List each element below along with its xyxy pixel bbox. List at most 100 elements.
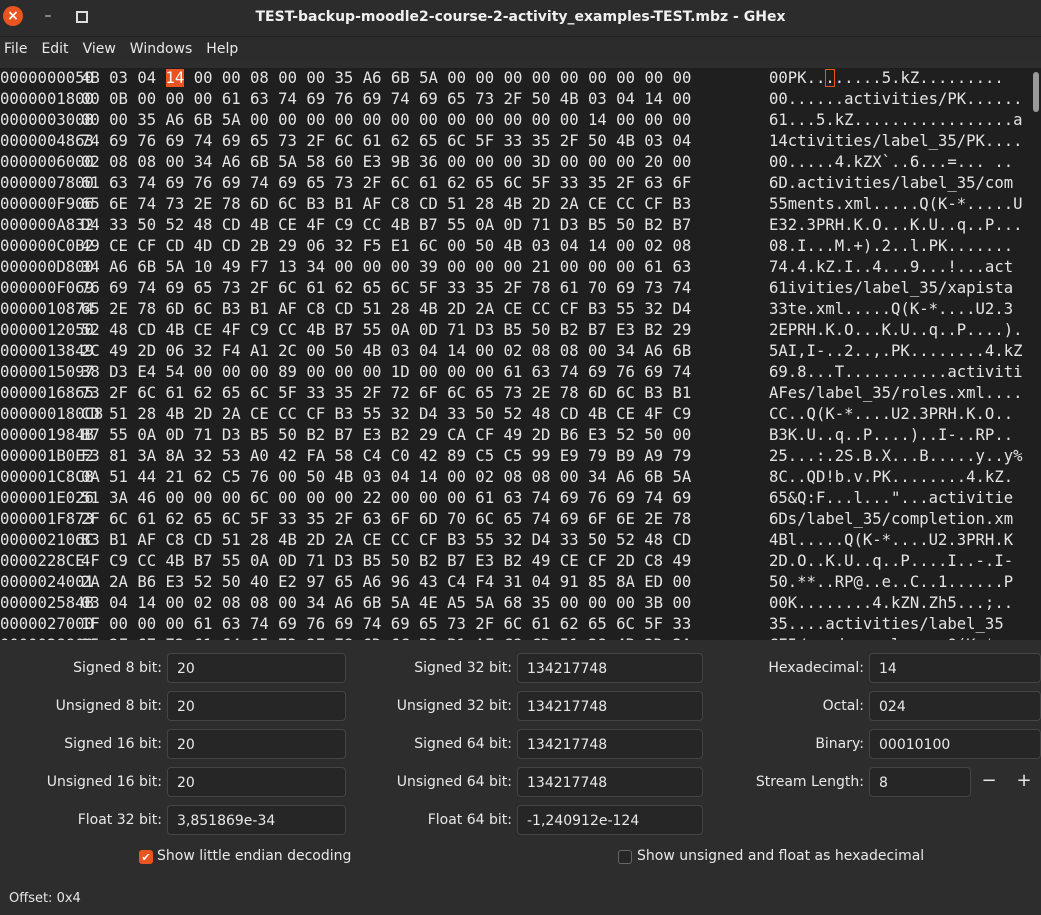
row-ascii[interactable]: 65&Q:F...l..."...activitie <box>769 488 1013 509</box>
stream-length-field[interactable]: 8 <box>869 767 971 797</box>
row-hex-bytes[interactable]: 51 3A 46 00 00 00 6C 00 00 00 22 00 00 0… <box>81 488 691 509</box>
row-ascii[interactable]: 2D.O..K.U..q..P....I..-.I- <box>769 551 1013 572</box>
row-hex-bytes[interactable]: 2F 6C 61 62 65 6C 5F 33 35 2F 63 6F 6D 7… <box>81 509 691 530</box>
hex-byte[interactable]: 00 <box>588 69 607 87</box>
cursor-char[interactable]: . <box>825 69 835 87</box>
row-hex-bytes[interactable]: D4 33 50 52 48 CD 4B CE 4F C9 CC 4B B7 5… <box>81 215 691 236</box>
hex-row[interactable]: 0000027000 1F 00 00 00 61 63 74 69 76 69 … <box>0 614 1041 635</box>
hex-byte[interactable]: 00 <box>194 69 213 87</box>
row-ascii[interactable]: 50.**..RP@..e..C..1......P <box>769 572 1013 593</box>
ascii-char[interactable]: . <box>994 69 1003 87</box>
ascii-char[interactable]: . <box>854 69 863 87</box>
ascii-char[interactable]: Z <box>910 69 919 87</box>
ascii-char[interactable]: k <box>900 69 909 87</box>
row-hex-bytes[interactable]: 2A 2A B6 E3 52 50 40 E2 97 65 A6 96 43 C… <box>81 572 691 593</box>
hex-row[interactable]: 0000013849 2C 49 2D 06 32 F4 A1 2C 00 50 … <box>0 341 1041 362</box>
signed-16-bit-field[interactable]: 20 <box>167 729 346 759</box>
ascii-char[interactable]: . <box>929 69 938 87</box>
row-ascii[interactable]: 4Bl.....Q(K-*....U2.3PRH.K <box>769 530 1013 551</box>
row-hex-bytes[interactable]: 00 00 35 A6 6B 5A 00 00 00 00 00 00 00 0… <box>81 110 691 131</box>
hex-row[interactable]: 000002584B 03 04 14 00 02 08 08 00 34 A6 … <box>0 593 1041 614</box>
ascii-char[interactable]: . <box>872 69 881 87</box>
signed-64-bit-field[interactable]: 134217748 <box>517 729 703 759</box>
binary-field[interactable]: 00010100 <box>869 729 1041 759</box>
hex-row[interactable]: 0000024001 2A 2A B6 E3 52 50 40 E2 97 65 … <box>0 572 1041 593</box>
menu-help[interactable]: Help <box>201 41 243 57</box>
menu-windows[interactable]: Windows <box>125 41 198 57</box>
hex-row[interactable]: 000001C8C8 0A 51 44 21 62 C5 76 00 50 4B … <box>0 467 1041 488</box>
row-hex-bytes[interactable]: F3 81 3A 8A 32 53 A0 42 FA 58 C4 C0 42 8… <box>81 446 691 467</box>
hex-row[interactable]: 0000010874 65 2E 78 6D 6C B3 B1 AF C8 CD … <box>0 299 1041 320</box>
float-64-bit-field[interactable]: -1,240912e-124 <box>517 805 703 835</box>
hex-byte[interactable]: 00 <box>222 69 241 87</box>
hex-row[interactable]: 0000228CE 4F C9 CC 4B B7 55 0A 0D 71 D3 B… <box>0 551 1041 572</box>
hex-row[interactable]: 0000012050 52 48 CD 4B CE 4F C9 CC 4B B7 … <box>0 320 1041 341</box>
hex-byte[interactable]: 00 <box>560 69 579 87</box>
ascii-char[interactable]: . <box>938 69 947 87</box>
row-ascii[interactable]: 00.....4.kZX`..6...=... .. <box>769 152 1013 173</box>
row-hex-bytes[interactable]: B3 B1 AF C8 CD 51 28 4B 2D 2A CE CC CF B… <box>81 530 691 551</box>
unsigned-32-bit-field[interactable]: 134217748 <box>517 691 703 721</box>
row-ascii[interactable]: 5AI,I-..2..,.PK........4.kZ <box>769 341 1022 362</box>
hex-row[interactable]: 0000006000 02 08 08 00 34 A6 6B 5A 58 60 … <box>0 152 1041 173</box>
row-hex-bytes[interactable]: 00 0B 00 00 00 61 63 74 69 76 69 74 69 6… <box>81 89 691 110</box>
hex-byte[interactable]: 00 <box>616 69 635 87</box>
hex-byte[interactable]: 03 <box>109 69 128 87</box>
hex-row[interactable]: 000002106C B3 B1 AF C8 CD 51 28 4B 2D 2A … <box>0 530 1041 551</box>
hex-byte[interactable]: 35 <box>335 69 354 87</box>
little-endian-checkbox[interactable]: ✔ <box>139 850 153 864</box>
hex-row[interactable]: 000000D800 34 A6 6B 5A 10 49 F7 13 34 00 … <box>0 257 1041 278</box>
row-hex-bytes[interactable]: 73 2F 6C 61 62 65 6C 5F 33 35 2F 72 6F 6… <box>81 383 691 404</box>
ascii-char[interactable]: 0 <box>778 69 787 87</box>
hex-row[interactable]: 0000001800 00 0B 00 00 00 61 63 74 69 76 … <box>0 89 1041 110</box>
hex-byte[interactable]: 00 <box>673 69 692 87</box>
ascii-char[interactable]: . <box>919 69 928 87</box>
hex-row[interactable]: 000000180C8 CD 51 28 4B 2D 2A CE CC CF B3… <box>0 404 1041 425</box>
ascii-char[interactable]: . <box>957 69 966 87</box>
row-ascii[interactable]: 25...:.2S.B.X...B.....y..y% <box>769 446 1022 467</box>
row-ascii[interactable]: 61ivities/label_35/xapista <box>769 278 1013 299</box>
row-hex-bytes[interactable]: 65 6E 74 73 2E 78 6D 6C B3 B1 AF C8 CD 5… <box>81 194 691 215</box>
ascii-char[interactable]: . <box>985 69 994 87</box>
ascii-char[interactable]: 5 <box>882 69 891 87</box>
octal-field[interactable]: 024 <box>869 691 1041 721</box>
row-ascii[interactable]: 6D.activities/label_35/com <box>769 173 1013 194</box>
stream-length-increment-button[interactable]: + <box>1009 764 1039 798</box>
row-ascii[interactable]: 14ctivities/label_35/PK.... <box>769 131 1022 152</box>
unsigned-8-bit-field[interactable]: 20 <box>167 691 346 721</box>
menu-file[interactable]: File <box>0 41 32 57</box>
row-hex-bytes[interactable]: 0A 51 44 21 62 C5 76 00 50 4B 03 04 14 0… <box>81 467 691 488</box>
ascii-char[interactable]: P <box>788 69 797 87</box>
ascii-char[interactable]: . <box>976 69 985 87</box>
cursor-byte[interactable]: 14 <box>165 69 185 87</box>
row-hex-bytes[interactable]: 34 A6 6B 5A 10 49 F7 13 34 00 00 00 39 0… <box>81 257 691 278</box>
menu-view[interactable]: View <box>78 41 121 57</box>
row-hex-bytes[interactable]: B7 55 0A 0D 71 D3 B5 50 B2 B7 E3 B2 29 C… <box>81 425 691 446</box>
row-hex-bytes[interactable]: 2C 49 2D 06 32 F4 A1 2C 00 50 4B 03 04 1… <box>81 341 691 362</box>
hex-byte[interactable]: 00 <box>447 69 466 87</box>
hex-byte[interactable]: 4B <box>81 69 100 87</box>
hex-row[interactable]: 0000004863 74 69 76 69 74 69 65 73 2F 6C … <box>0 131 1041 152</box>
row-ascii[interactable]: B3K.U..q..P....)..I-..RP.. <box>769 425 1013 446</box>
ascii-char[interactable]: K <box>797 69 806 87</box>
row-hex-bytes[interactable]: 65 2E 78 6D 6C B3 B1 AF C8 CD 51 28 4B 2… <box>81 299 691 320</box>
little-endian-label[interactable]: Show little endian decoding <box>157 848 351 864</box>
row-ascii[interactable]: 6Ds/label_35/completion.xm <box>769 509 1013 530</box>
unsigned-hex-label[interactable]: Show unsigned and float as hexadecimal <box>637 848 924 864</box>
row-hex-bytes[interactable]: 03 04 14 00 02 08 08 00 34 A6 6B 5A 4E A… <box>81 593 691 614</box>
row-hex-bytes[interactable]: CD 51 28 4B 2D 2A CE CC CF B3 55 32 D4 3… <box>81 404 691 425</box>
row-hex-bytes[interactable]: 4B 03 04 14 00 00 08 00 00 35 A6 6B 5A 0… <box>81 68 691 89</box>
hex-row[interactable]: 00 00 00 00 5 0 4B 03 04 14 00 00 08 00 00 35 … <box>0 68 1041 89</box>
row-hex-bytes[interactable]: 4F C9 CC 4B B7 55 0A 0D 71 D3 B5 50 B2 B… <box>81 551 691 572</box>
row-ascii[interactable]: 2EPRH.K.O...K.U..q..P....). <box>769 320 1022 341</box>
row-ascii[interactable]: E32.3PRH.K.O...K.U..q..P... <box>769 215 1022 236</box>
hex-row[interactable]: 000000F906 65 6E 74 73 2E 78 6D 6C B3 B1 … <box>0 194 1041 215</box>
row-ascii[interactable]: 61...5.kZ.................a <box>769 110 1022 131</box>
unsigned-16-bit-field[interactable]: 20 <box>167 767 346 797</box>
ascii-char[interactable]: . <box>835 69 844 87</box>
row-ascii[interactable]: AFes/label_35/roles.xml.... <box>769 383 1022 404</box>
hex-row[interactable]: 0000015097 38 D3 E4 54 00 00 00 89 00 00 … <box>0 362 1041 383</box>
hex-byte[interactable]: A6 <box>363 69 382 87</box>
row-hex-bytes[interactable]: 02 08 08 00 34 A6 6B 5A 58 60 E3 9B 36 0… <box>81 152 691 173</box>
hex-row[interactable]: 000001984B B7 55 0A 0D 71 D3 B5 50 B2 B7 … <box>0 425 1041 446</box>
